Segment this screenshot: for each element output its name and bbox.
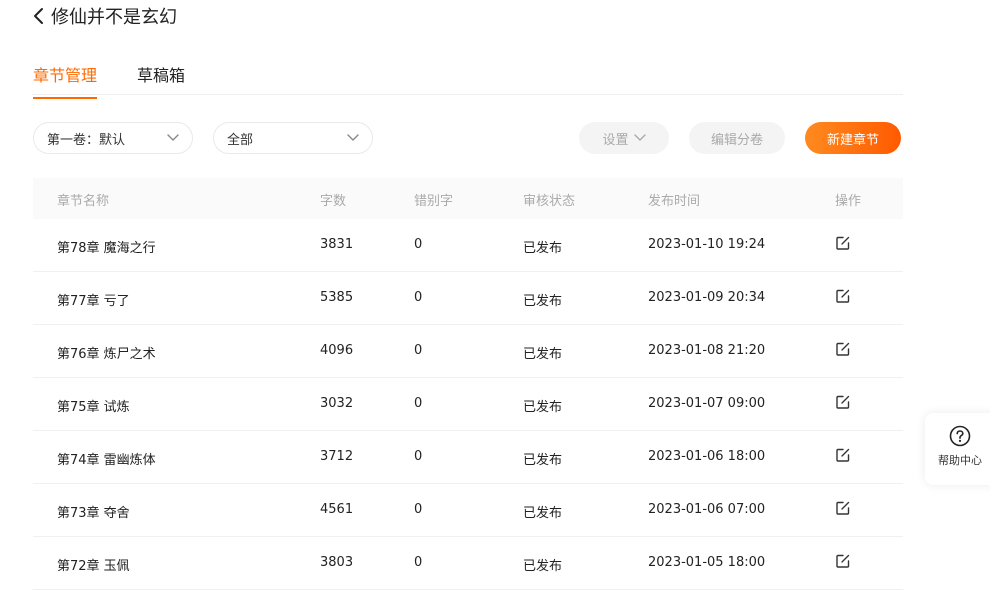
typo-count: 0 xyxy=(414,290,423,305)
edit-icon[interactable] xyxy=(835,553,853,571)
publish-time: 2023-01-06 07:00 xyxy=(648,502,766,517)
edit-icon[interactable] xyxy=(835,288,853,306)
chapter-title[interactable]: 第78章 魔海之行 xyxy=(57,237,156,256)
audit-status: 已发布 xyxy=(523,559,563,574)
chapter-table: 章节名称 字数 错别字 审核状态 发布时间 操作 第78章 魔海之行 3831 0 已… xyxy=(33,178,903,590)
status-select-value: 全部 xyxy=(227,132,254,148)
column-header-status: 审核状态 xyxy=(523,194,576,209)
word-count: 3712 xyxy=(320,449,354,464)
column-header-time: 发布时间 xyxy=(648,194,701,209)
audit-status: 已发布 xyxy=(523,506,563,521)
tab-drafts[interactable]: 草稿箱 xyxy=(137,62,185,86)
settings-button[interactable]: 设置 xyxy=(579,122,669,154)
chevron-down-icon xyxy=(633,134,646,141)
help-center-label: 帮助中心 xyxy=(938,454,982,467)
word-count: 4561 xyxy=(320,502,354,517)
publish-time: 2023-01-05 18:00 xyxy=(648,555,766,570)
settings-button-label: 设置 xyxy=(602,132,629,148)
audit-status: 已发布 xyxy=(523,453,563,468)
book-title: 修仙并不是玄幻 xyxy=(51,7,177,28)
chapter-title[interactable]: 第75章 试炼 xyxy=(57,396,130,415)
publish-time: 2023-01-09 20:34 xyxy=(648,290,766,305)
typo-count: 0 xyxy=(414,502,423,517)
table-row: 第78章 魔海之行 3831 0 已发布 2023-01-10 19:24 xyxy=(33,219,903,272)
new-chapter-button[interactable]: 新建章节 xyxy=(805,122,901,154)
table-row: 第76章 炼尸之术 4096 0 已发布 2023-01-08 21:20 xyxy=(33,325,903,378)
page-header: 修仙并不是玄幻 xyxy=(32,4,177,28)
edit-icon[interactable] xyxy=(835,394,853,412)
volume-select[interactable]: 第一卷：默认 xyxy=(33,122,193,154)
volume-select-value: 第一卷：默认 xyxy=(47,132,126,148)
edit-icon[interactable] xyxy=(835,235,853,253)
word-count: 4096 xyxy=(320,343,354,358)
typo-count: 0 xyxy=(414,449,423,464)
chapter-title[interactable]: 第74章 雷幽炼体 xyxy=(57,449,156,468)
toolbar: 第一卷：默认 全部 设置 编辑分卷 新建章节 xyxy=(0,122,990,154)
chapter-title[interactable]: 第73章 夺舍 xyxy=(57,502,130,521)
typo-count: 0 xyxy=(414,237,423,252)
publish-time: 2023-01-10 19:24 xyxy=(648,237,766,252)
question-circle-icon xyxy=(949,425,971,447)
edit-icon[interactable] xyxy=(835,447,853,465)
word-count: 5385 xyxy=(320,290,354,305)
publish-time: 2023-01-07 09:00 xyxy=(648,396,766,411)
typo-count: 0 xyxy=(414,555,423,570)
table-header: 章节名称 字数 错别字 审核状态 发布时间 操作 xyxy=(33,178,903,219)
edit-volume-button[interactable]: 编辑分卷 xyxy=(689,122,785,154)
table-row: 第72章 玉佩 3803 0 已发布 2023-01-05 18:00 xyxy=(33,537,903,590)
chevron-left-icon[interactable] xyxy=(32,5,50,27)
word-count: 3803 xyxy=(320,555,354,570)
publish-time: 2023-01-08 21:20 xyxy=(648,343,766,358)
word-count: 3831 xyxy=(320,237,354,252)
tab-bar: 章节管理 草稿箱 xyxy=(32,58,903,99)
audit-status: 已发布 xyxy=(523,294,563,309)
audit-status: 已发布 xyxy=(523,400,563,415)
column-header-words: 字数 xyxy=(320,194,347,209)
column-header-title: 章节名称 xyxy=(57,194,110,209)
chapter-title[interactable]: 第76章 炼尸之术 xyxy=(57,343,156,362)
status-select[interactable]: 全部 xyxy=(213,122,373,154)
help-center-button[interactable]: 帮助中心 xyxy=(925,413,990,485)
table-row: 第74章 雷幽炼体 3712 0 已发布 2023-01-06 18:00 xyxy=(33,431,903,484)
table-body: 第78章 魔海之行 3831 0 已发布 2023-01-10 19:24 第77章 亏了… xyxy=(33,219,903,590)
chapter-title[interactable]: 第72章 玉佩 xyxy=(57,555,130,574)
column-header-typos: 错别字 xyxy=(414,194,454,209)
chevron-down-icon xyxy=(347,134,359,141)
tab-chapter-management[interactable]: 章节管理 xyxy=(33,62,98,99)
typo-count: 0 xyxy=(414,343,423,358)
table-row: 第77章 亏了 5385 0 已发布 2023-01-09 20:34 xyxy=(33,272,903,325)
table-row: 第73章 夺舍 4561 0 已发布 2023-01-06 07:00 xyxy=(33,484,903,537)
edit-icon[interactable] xyxy=(835,341,853,359)
word-count: 3032 xyxy=(320,396,354,411)
typo-count: 0 xyxy=(414,396,423,411)
publish-time: 2023-01-06 18:00 xyxy=(648,449,766,464)
table-row: 第75章 试炼 3032 0 已发布 2023-01-07 09:00 xyxy=(33,378,903,431)
column-header-actions: 操作 xyxy=(835,194,862,209)
chapter-title[interactable]: 第77章 亏了 xyxy=(57,290,130,309)
audit-status: 已发布 xyxy=(523,241,563,256)
audit-status: 已发布 xyxy=(523,347,563,362)
chevron-down-icon xyxy=(167,134,179,141)
edit-icon[interactable] xyxy=(835,500,853,518)
